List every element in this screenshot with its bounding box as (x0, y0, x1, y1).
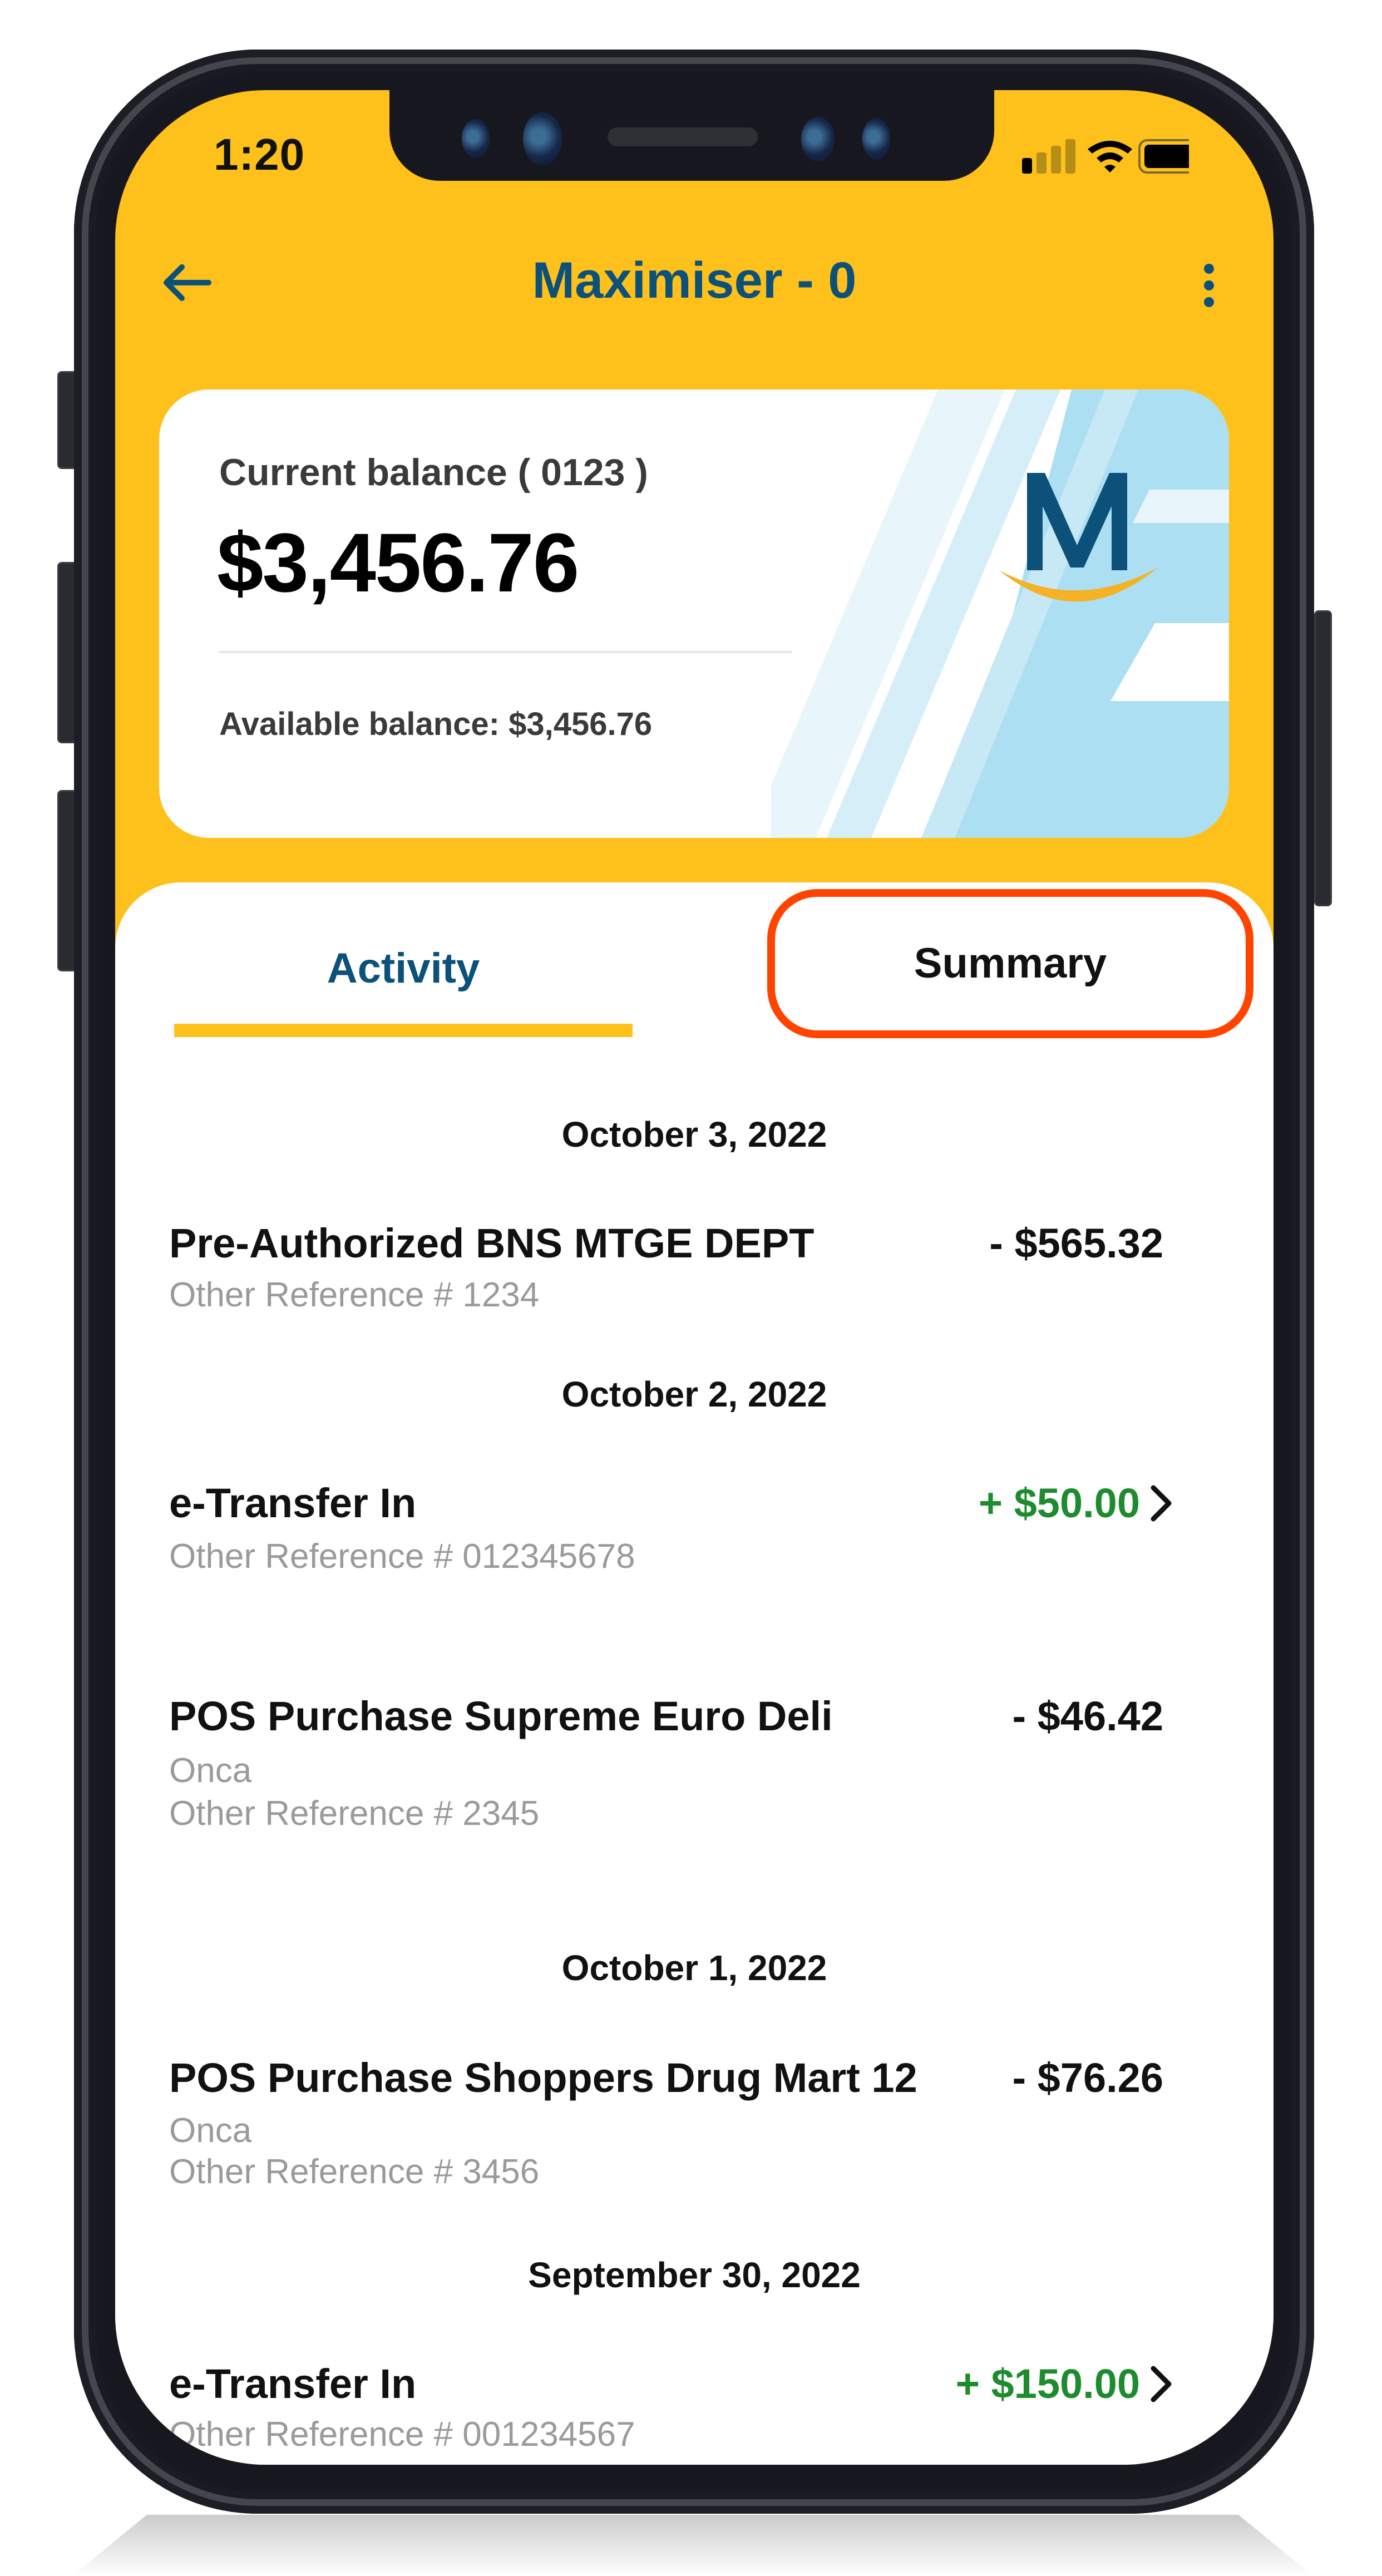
transaction-reference: Other Reference # 3456 (169, 2153, 540, 2191)
front-camera-icon (523, 112, 562, 165)
summary-tab-highlight (767, 889, 1253, 1038)
phone-screen: 1:20 Maximiser - 0 Current balance (012… (115, 90, 1274, 2465)
transaction-reference: Other Reference # 2345 (169, 1794, 540, 1833)
sensor-icon (462, 119, 490, 158)
balance-card: Current balance ( 0123 ) $3,456.76 Avail… (159, 389, 1229, 838)
date-header: October 3, 2022 (561, 1114, 827, 1154)
chevron-right-icon[interactable] (1146, 2362, 1179, 2406)
transaction-title: e-Transfer In (169, 1480, 417, 1526)
page-title: Maximiser - 0 (532, 252, 857, 309)
status-icons (1022, 137, 1210, 176)
camera-notch (389, 90, 994, 181)
power-button (1314, 610, 1332, 906)
card-divider (219, 651, 792, 653)
transaction-reference: Other Reference # 012345678 (169, 1537, 635, 1576)
cellular-signal-icon (1022, 139, 1075, 174)
transaction-title: e-Transfer In (169, 2361, 417, 2407)
transaction-amount: + $150.00 (955, 2361, 1140, 2407)
transaction-amount: - $565.32 (989, 1220, 1163, 1266)
current-balance-label: Current balance ( 0123 ) (219, 451, 648, 494)
chevron-right-icon[interactable] (1146, 1481, 1179, 1526)
tab-activity[interactable]: Activity (174, 938, 633, 1021)
transaction-amount: + $50.00 (978, 1480, 1140, 1526)
transaction-amount: - $46.42 (1012, 1693, 1163, 1739)
active-tab-indicator (174, 1024, 633, 1037)
proximity-sensor-icon (862, 118, 890, 160)
available-balance: Available balance: $3,456.76 (219, 706, 653, 742)
date-header: October 2, 2022 (561, 1374, 827, 1414)
transaction-amount: - $76.26 (1012, 2055, 1163, 2101)
date-header: October 1, 2022 (561, 1948, 827, 1988)
wifi-icon (1088, 141, 1132, 172)
transaction-location: Onca (169, 2111, 252, 2150)
transaction-title: POS Purchase Shoppers Drug Mart 12 (169, 2055, 917, 2101)
transaction-location: Onca (169, 1751, 252, 1790)
transaction-title: Pre-Authorized BNS MTGE DEPT (169, 1220, 815, 1266)
status-time: 1:20 (214, 130, 305, 179)
transaction-reference: Other Reference # 001234567 (169, 2415, 635, 2454)
more-options-button[interactable] (1192, 257, 1225, 313)
maximiser-m-logo (999, 473, 1158, 602)
transaction-title: POS Purchase Supreme Euro Deli (169, 1693, 833, 1739)
phone-reflection (72, 2515, 1313, 2576)
current-balance-value: $3,456.76 (217, 516, 579, 609)
face-id-sensor-icon (801, 117, 835, 161)
date-header: September 30, 2022 (528, 2255, 861, 2295)
transaction-reference: Other Reference # 1234 (169, 1276, 540, 1314)
earpiece-speaker (608, 127, 758, 146)
battery-icon (1138, 139, 1210, 174)
